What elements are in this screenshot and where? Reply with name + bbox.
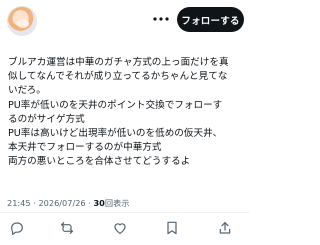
post-date[interactable]: 2026/07/26 [38,198,85,208]
action-bar [0,218,250,240]
tweet-line: PU率が低いのを天井のポイント交換でフォローす [8,99,223,111]
bookmark-icon[interactable] [164,220,182,238]
views-label: 回表示 [104,198,130,208]
tweet-line: 本天井でフォローするのが中華方式 [8,142,162,154]
meta-separator: · [88,198,91,208]
tweet-header: フォローする [0,0,250,40]
tweet-line: PU率は高いけど出現率が低いのを低めの仮天井、 [8,128,223,140]
share-icon[interactable] [217,220,235,238]
retweet-icon[interactable] [59,220,77,238]
tweet-line: るのがサイゲ方式 [8,113,85,125]
avatar[interactable] [7,6,37,36]
post-time[interactable]: 21:45 [7,198,31,208]
views-count[interactable]: 30 [93,198,104,208]
divider [0,212,250,213]
meta-separator: · [33,198,36,208]
reply-icon[interactable] [9,220,27,238]
tweet-meta: 21:45 · 2026/07/26 · 30回表示 [7,197,129,209]
tweet-line: 両方の悪いところを合体させてどうするよ [8,156,191,168]
tweet-text: ブルアカ運営は中華のガチャ方式の上っ面だけを真 似してなんでそれが成り立ってるか… [8,56,248,170]
tweet-line: 似してなんでそれが成り立ってるかちゃんと見てな [8,71,228,83]
tweet-line: いだろ。 [8,85,46,97]
tweet-line: ブルアカ運営は中華のガチャ方式の上っ面だけを真 [8,57,229,68]
like-icon[interactable] [112,220,130,238]
follow-button[interactable]: フォローする [177,7,244,32]
more-dots-icon[interactable] [150,11,172,27]
